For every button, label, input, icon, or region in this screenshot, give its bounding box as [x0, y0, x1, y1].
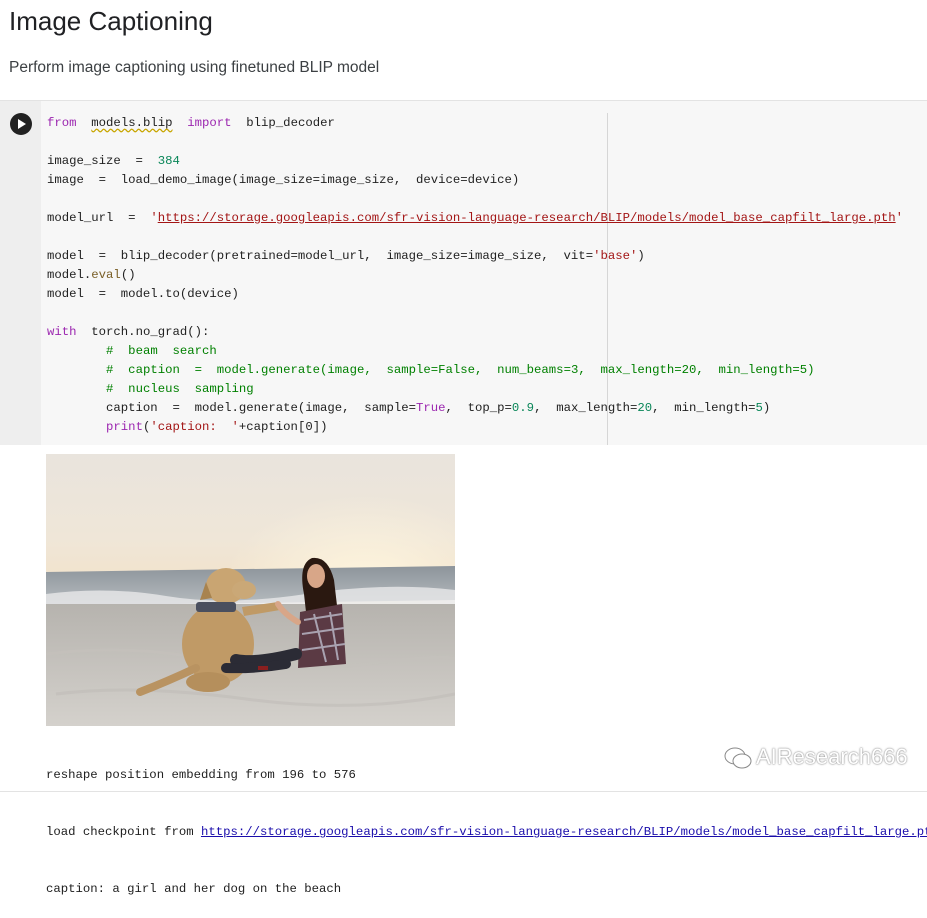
code-line: image = load_demo_image(image_size=image…: [47, 171, 903, 190]
beach-photo: [46, 454, 455, 726]
code-token: ): [637, 249, 645, 263]
watermark-text: AIResearch666: [756, 744, 908, 769]
code-line: from models.blip import blip_decoder: [47, 114, 903, 133]
code-token: 5: [755, 401, 763, 415]
code-token: +caption[0]): [238, 420, 328, 434]
code-line: # nucleus sampling: [47, 380, 903, 399]
code-line: caption = model.generate(image, sample=T…: [47, 399, 903, 418]
code-line: image_size = 384: [47, 152, 903, 171]
code-token: model = blip_decoder(pretrained=model_ur…: [47, 249, 594, 263]
code-token: print: [106, 420, 143, 434]
code-line: # caption = model.generate(image, sample…: [47, 361, 903, 380]
cell-bottom-divider: [0, 791, 927, 792]
code-line: model = blip_decoder(pretrained=model_ur…: [47, 247, 903, 266]
code-token: ': [895, 211, 904, 225]
code-token: 0.9: [511, 401, 535, 415]
code-token: with: [47, 325, 77, 339]
code-token: (): [120, 268, 136, 282]
code-token: , max_length=: [534, 401, 638, 415]
code-token: image_size =: [47, 154, 158, 168]
code-token: from: [47, 116, 77, 130]
code-token: # beam search: [106, 344, 217, 358]
code-token: models.blip: [91, 116, 173, 130]
code-token: , min_length=: [652, 401, 756, 415]
code-editor[interactable]: from models.blip import blip_decoder ima…: [47, 114, 903, 437]
code-token[interactable]: https://storage.googleapis.com/sfr-visio…: [158, 211, 896, 225]
checkpoint-link[interactable]: https://storage.googleapis.com/sfr-visio…: [201, 825, 927, 839]
code-token: torch.no_grad():: [76, 325, 210, 339]
code-token: 20: [637, 401, 653, 415]
code-token: 'base': [593, 249, 638, 263]
code-token: eval: [91, 268, 121, 282]
code-line: model_url = 'https://storage.googleapis.…: [47, 209, 903, 228]
code-token: blip_decoder: [231, 116, 335, 130]
notebook-subtitle: Perform image captioning using finetuned…: [9, 59, 380, 76]
notebook-heading: Image Captioning: [9, 6, 213, 36]
code-token: ): [762, 401, 771, 415]
code-token: model.: [47, 268, 92, 282]
code-line: print('caption: '+caption[0]): [47, 418, 903, 437]
code-token: image = load_demo_image(image_size=image…: [47, 173, 520, 187]
code-token: 384: [157, 154, 180, 168]
code-token: , top_p=: [445, 401, 512, 415]
cell-gutter: [0, 101, 41, 445]
code-token: True: [415, 401, 446, 415]
code-token: caption = model.generate(image, sample=: [47, 401, 416, 415]
code-token: model = model.to(device): [47, 287, 239, 301]
code-line: model = model.to(device): [47, 285, 903, 304]
output-line-checkpoint: load checkpoint from https://storage.goo…: [46, 823, 927, 842]
code-token: # caption = model.generate(image, sample…: [106, 363, 815, 377]
code-line: with torch.no_grad():: [47, 323, 903, 342]
code-token: model_url =: [47, 211, 151, 225]
code-token: 'caption: ': [150, 420, 239, 434]
output-image: [46, 454, 455, 726]
wechat-icon: [724, 747, 752, 769]
code-token: import: [187, 116, 232, 130]
run-cell-button[interactable]: [10, 113, 32, 135]
code-token: # nucleus sampling: [106, 382, 254, 396]
code-token: ': [150, 211, 158, 225]
code-line: # beam search: [47, 342, 903, 361]
output-line-caption: caption: a girl and her dog on the beach: [46, 882, 342, 896]
code-line: model.eval(): [47, 266, 903, 285]
